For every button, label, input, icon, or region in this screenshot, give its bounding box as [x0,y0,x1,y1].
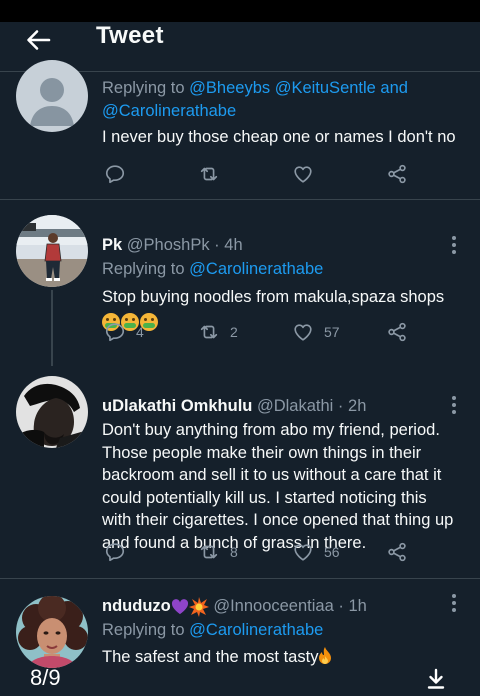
like-button[interactable] [292,162,314,186]
mention-link[interactable]: @Carolinerathabe [189,260,323,278]
reply-icon [105,323,125,342]
heart-icon [294,166,312,183]
author-handle[interactable]: @Innooceentiaa [213,597,333,615]
emoji-row [102,310,462,333]
reply-button[interactable]: 4 [104,320,144,344]
back-arrow-icon[interactable] [24,26,52,54]
share-button[interactable] [386,540,408,564]
share-button[interactable] [386,162,408,186]
avatar-dlakathi[interactable] [16,376,88,448]
tweet-text: Don't buy anything from abo my friend, p… [102,421,454,552]
retweet-icon [200,167,218,181]
fire-emoji [318,647,332,665]
like-count: 57 [324,324,340,340]
author-name[interactable]: uDlakathi Omkhulu [102,397,252,415]
more-options-icon[interactable] [444,394,464,416]
retweet-button[interactable]: 8 [198,540,238,564]
retweet-count: 2 [230,324,238,340]
author-line: nduduzo @Innooceentiaa · 1h [102,596,367,617]
reply-count: 4 [136,324,144,340]
divider [0,578,480,579]
like-button[interactable]: 56 [292,540,340,564]
replying-to-line: Replying to @Bheeybs @KeituSentle and [102,79,408,97]
replying-to-line: Replying to @Carolinerathabe [102,621,324,639]
download-icon[interactable] [426,668,446,690]
retweet-button[interactable]: 2 [198,320,238,344]
avatar-nduduzo[interactable] [16,596,88,668]
more-options-icon[interactable] [444,234,464,256]
like-count: 56 [324,544,340,560]
mention-link[interactable]: @Carolinerathabe [189,621,323,639]
like-button[interactable]: 57 [292,320,340,344]
tweet-thread-screen: Tweet Replying to @Bheeybs @KeituSentle … [0,22,480,696]
thread-connector [51,290,53,366]
page-indicator: 8/9 [30,665,61,690]
collision-emoji [188,596,209,617]
tweet-text: I never buy those cheap one or names I d… [102,128,456,146]
author-name[interactable]: nduduzo [102,597,171,615]
author-handle[interactable]: @Dlakathi [257,397,333,415]
replying-to-line: Replying to @Carolinerathabe [102,260,324,278]
avatar-pk[interactable] [16,215,88,287]
author-name[interactable]: Pk [102,236,122,254]
author-line: uDlakathi Omkhulu @Dlakathi · 2h [102,397,367,415]
mention-link[interactable]: @Bheeybs @KeituSentle and [189,79,408,97]
reply-icon [105,543,125,562]
heart-icon [294,544,312,561]
tweet-time: 2h [348,397,367,415]
tweet-text: Stop buying noodles from makula,spaza sh… [102,288,445,306]
author-line: Pk @PhoshPk · 4h [102,236,243,254]
heart-icon [294,324,312,341]
author-handle[interactable]: @PhoshPk [127,236,210,254]
retweet-icon [200,325,218,339]
mention-link[interactable]: @Carolinerathabe [102,102,236,120]
retweet-icon [200,545,218,559]
replying-to-line-2: @Carolinerathabe [102,100,462,122]
share-icon [388,542,406,562]
retweet-button[interactable] [198,162,220,186]
tweet-time: 1h [348,597,367,615]
divider [0,199,480,200]
reply-button[interactable] [104,540,126,564]
tweet-text: The safest and the most tasty [102,646,462,669]
share-icon [388,164,406,184]
avatar-default[interactable] [16,60,88,132]
tweet-time: 4h [224,236,243,254]
more-options-icon[interactable] [444,592,464,614]
purple-heart-emoji [171,598,189,615]
reply-icon [105,165,125,184]
share-button[interactable] [386,320,408,344]
top-bar: Tweet [0,22,480,66]
reply-button[interactable] [104,162,126,186]
share-icon [388,322,406,342]
page-title: Tweet [96,22,164,49]
retweet-count: 8 [230,544,238,560]
